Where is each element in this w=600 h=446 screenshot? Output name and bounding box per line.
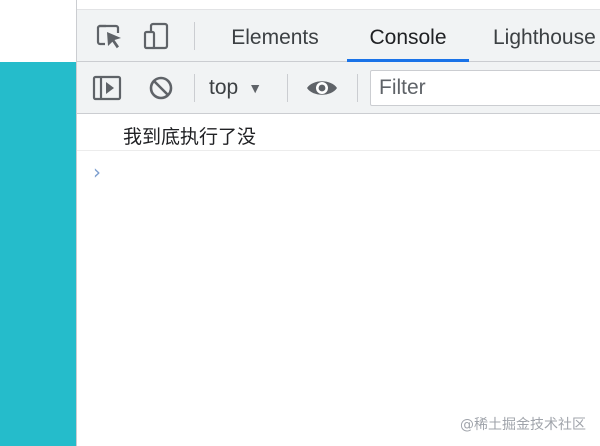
devtools-tabbar: Elements Console Lighthouse <box>77 0 600 62</box>
console-sidebar-icon <box>92 75 122 101</box>
tabbar-top-strip <box>77 0 600 10</box>
console-filter-input[interactable] <box>370 70 600 106</box>
console-log-message: 我到底执行了没 <box>77 114 600 151</box>
tab-lighthouse-label: Lighthouse <box>493 25 596 49</box>
inspected-page <box>0 0 76 446</box>
page-content-area <box>0 62 76 446</box>
device-toolbar-button[interactable] <box>141 20 173 52</box>
inspect-element-button[interactable] <box>93 20 125 52</box>
live-expression-eye-icon <box>307 81 337 95</box>
create-live-expression-button[interactable] <box>305 73 339 103</box>
tabbar-divider <box>194 22 195 50</box>
clear-console-icon <box>149 76 173 100</box>
tab-elements-label: Elements <box>231 25 319 49</box>
toolbar-divider <box>287 74 288 102</box>
device-toolbar-icon <box>143 22 169 50</box>
inspect-element-icon <box>96 24 121 49</box>
show-console-sidebar-button[interactable] <box>91 73 123 103</box>
context-select-value: top <box>209 76 239 99</box>
tab-elements[interactable]: Elements <box>211 14 339 61</box>
chevron-right-icon: › <box>93 160 101 184</box>
console-log-text: 我到底执行了没 <box>123 126 257 148</box>
javascript-context-select[interactable]: top ▼ <box>209 72 262 104</box>
toolbar-divider <box>357 74 358 102</box>
console-messages: 我到底执行了没 › <box>77 114 600 446</box>
page-header-area <box>0 0 76 62</box>
toolbar-divider <box>194 74 195 102</box>
clear-console-button[interactable] <box>145 73 177 103</box>
console-prompt[interactable]: › <box>77 152 600 188</box>
dropdown-arrow-icon: ▼ <box>248 80 263 96</box>
watermark: @稀土掘金技术社区 <box>460 417 586 433</box>
devtools-panel: Elements Console Lighthouse top ▼ Filter… <box>76 0 600 446</box>
tab-console-label: Console <box>369 25 447 49</box>
tab-console[interactable]: Console <box>347 14 469 62</box>
console-toolbar: top ▼ <box>77 62 600 114</box>
tab-lighthouse[interactable]: Lighthouse <box>479 14 600 61</box>
